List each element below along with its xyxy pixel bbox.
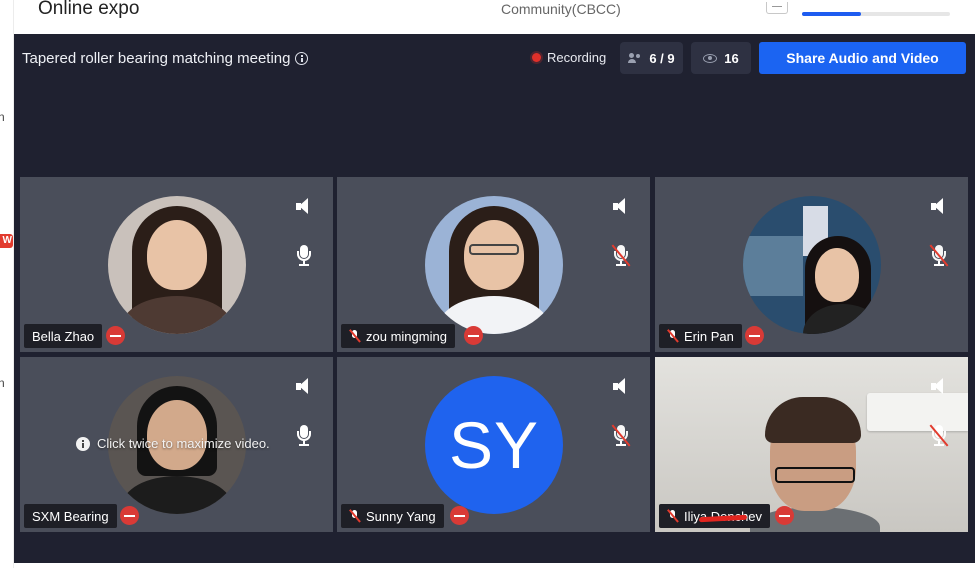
share-audio-video-button[interactable]: Share Audio and Video <box>759 42 966 74</box>
participant-avatar <box>425 196 563 334</box>
speaker-icon[interactable] <box>613 198 627 216</box>
participant-name: Erin Pan <box>684 328 734 344</box>
participant-name-tag: SXM Bearing <box>24 504 117 528</box>
remove-participant-button[interactable] <box>106 326 125 345</box>
video-tile[interactable]: Click twice to maximize video. SXM Beari… <box>20 357 333 532</box>
microphone-muted-icon <box>349 509 360 523</box>
participant-initials-avatar: SY <box>425 376 563 514</box>
remove-participant-button[interactable] <box>775 506 794 525</box>
camera-background-object <box>867 393 968 431</box>
sidebar-fragment-text: n <box>0 110 5 124</box>
organization-name: Community(CBCC) <box>501 1 621 17</box>
participant-name: SXM Bearing <box>32 508 109 524</box>
sidebar-fragment-text: n <box>0 376 5 390</box>
microphone-muted-icon <box>667 329 678 343</box>
microphone-muted-icon <box>349 329 360 343</box>
participant-name-tag: Sunny Yang <box>341 504 444 528</box>
new-badge: W <box>0 234 13 248</box>
recording-label: Recording <box>547 50 607 65</box>
microphone-muted-icon[interactable] <box>611 424 631 447</box>
meeting-title-text: Tapered roller bearing matching meeting <box>22 50 291 67</box>
menu-icon[interactable] <box>766 2 788 14</box>
viewers-count: 16 <box>724 50 739 66</box>
maximize-hint: Click twice to maximize video. <box>76 436 270 451</box>
speaker-icon[interactable] <box>613 378 627 396</box>
participant-avatar <box>743 196 881 334</box>
maximize-hint-text: Click twice to maximize video. <box>97 436 270 451</box>
video-tile[interactable]: Iliya Donchev <box>655 357 968 532</box>
left-sidebar-edge: n W n <box>0 0 14 568</box>
video-tile[interactable]: zou mingming <box>337 177 650 352</box>
participants-count-button[interactable]: 6 / 9 <box>620 42 683 74</box>
participant-name: zou mingming <box>366 328 447 344</box>
meeting-panel: Tapered roller bearing matching meeting … <box>14 34 975 563</box>
remove-participant-button[interactable] <box>745 326 764 345</box>
participant-name-tag: zou mingming <box>341 324 455 348</box>
remove-participant-button[interactable] <box>464 326 483 345</box>
participants-count: 6 / 9 <box>649 50 675 66</box>
info-icon[interactable] <box>295 52 309 65</box>
eye-icon <box>703 53 718 63</box>
app-title: Online expo <box>38 0 140 19</box>
speaker-icon[interactable] <box>931 378 945 396</box>
video-tile[interactable]: Bella Zhao <box>20 177 333 352</box>
participant-name: Sunny Yang <box>366 508 436 524</box>
microphone-icon[interactable] <box>295 245 313 267</box>
participant-name-tag: Iliya Donchev <box>659 504 771 528</box>
top-header: Online expo Community(CBCC) <box>14 0 975 34</box>
participant-name: Bella Zhao <box>32 328 95 344</box>
remove-participant-button[interactable] <box>450 506 469 525</box>
remove-participant-button[interactable] <box>120 506 139 525</box>
video-tile[interactable]: SY Sunny Yang <box>337 357 650 532</box>
participant-avatar <box>108 196 246 334</box>
recording-indicator: Recording <box>532 50 606 65</box>
speaker-icon[interactable] <box>296 378 310 396</box>
people-icon <box>628 53 642 63</box>
video-tile[interactable]: Erin Pan <box>655 177 968 352</box>
speaker-icon[interactable] <box>296 198 310 216</box>
meeting-title: Tapered roller bearing matching meeting <box>22 50 309 67</box>
progress-fill <box>802 12 862 16</box>
microphone-muted-icon <box>667 509 678 523</box>
viewers-count-button[interactable]: 16 <box>691 42 751 74</box>
microphone-muted-icon[interactable] <box>611 244 631 267</box>
participant-name-tag: Bella Zhao <box>24 324 103 348</box>
recording-dot-icon <box>532 53 541 62</box>
microphone-icon[interactable] <box>295 425 313 447</box>
info-icon <box>76 436 90 451</box>
speaker-icon[interactable] <box>931 198 945 216</box>
app-page: n W n Online expo Community(CBCC) Tapere… <box>0 0 975 568</box>
microphone-muted-icon[interactable] <box>929 424 949 447</box>
microphone-muted-icon[interactable] <box>929 244 949 267</box>
progress-bar <box>802 12 950 16</box>
participant-name-tag: Erin Pan <box>659 324 742 348</box>
